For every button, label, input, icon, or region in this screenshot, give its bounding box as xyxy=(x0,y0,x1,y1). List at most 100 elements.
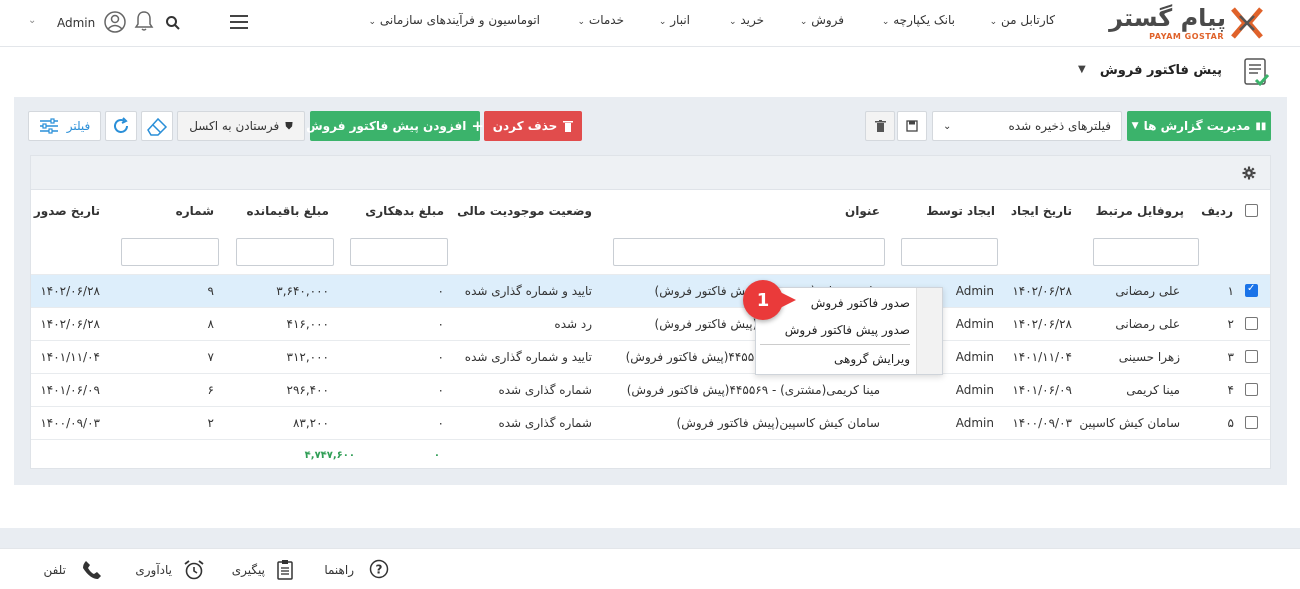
help-icon[interactable]: ? xyxy=(369,559,389,579)
row-checkbox[interactable] xyxy=(1245,283,1258,297)
delete-button[interactable]: حذف کردن xyxy=(484,111,582,141)
footer-phone[interactable]: تلفن xyxy=(43,563,66,577)
refresh-button[interactable] xyxy=(105,111,137,141)
report-management-button[interactable]: ▮▮ مدیریت گزارش ها ▼ xyxy=(1127,111,1271,141)
col-header-created[interactable]: تاریخ ایجاد xyxy=(1011,204,1072,218)
row-checkbox[interactable] xyxy=(1245,317,1258,330)
cell-debt: ۰ xyxy=(437,284,444,298)
menu-icon[interactable] xyxy=(230,15,248,29)
cell-profile[interactable]: سامان کیش کاسپین xyxy=(1079,416,1180,430)
menu-item-bulk-edit[interactable]: ویرایش گروهی xyxy=(834,352,910,366)
cell-created: ۱۴۰۱/۰۶/۰۹ xyxy=(1012,383,1072,397)
nav-item-cartable[interactable]: کارتابل من ⌄ xyxy=(986,13,1055,27)
sliders-icon xyxy=(39,118,58,134)
delete-filter-button[interactable] xyxy=(865,111,895,141)
brand-logo[interactable]: پیام گستر PAYAM GOSTAR xyxy=(1104,4,1264,44)
nav-item-purchase[interactable]: خرید ⌄ xyxy=(725,13,764,27)
add-proforma-button[interactable]: + افزودن پیش فاکتور فروش xyxy=(306,111,484,141)
footer-followup[interactable]: پیگیری xyxy=(232,563,265,577)
menu-divider xyxy=(760,344,910,345)
search-icon[interactable] xyxy=(165,15,181,31)
table-row[interactable]: ۵ سامان کیش کاسپین ۱۴۰۰/۰۹/۰۳ Admin ساما… xyxy=(31,406,1270,439)
cell-issued: ۱۴۰۱/۱۱/۰۴ xyxy=(40,350,100,364)
col-header-creator[interactable]: ایجاد توسط xyxy=(926,204,995,218)
footer-reminder[interactable]: یادآوری xyxy=(135,563,172,577)
chevron-down-icon: ⌄ xyxy=(943,120,952,132)
nav-item-bank[interactable]: بانک یکپارچه ⌄ xyxy=(878,13,955,27)
cell-status: رد شده xyxy=(554,317,592,331)
button-label: فرستادن به اکسل xyxy=(189,119,280,133)
footer-bar: ? راهنما پیگیری یادآوری تلفن xyxy=(0,548,1300,589)
cell-profile[interactable]: علی رمضانی xyxy=(1115,284,1180,298)
cell-title[interactable]: مینا کریمی(مشتری) - ۴۴۵۵۶۹(پیش فاکتور فر… xyxy=(627,383,880,397)
filter-title-input[interactable] xyxy=(613,238,885,266)
brand-name: پیام گستر xyxy=(1109,4,1227,32)
table-row[interactable]: ۲ علی رمضانی ۱۴۰۲/۰۶/۲۸ Admin علی رمضانی… xyxy=(31,307,1270,340)
col-header-remaining[interactable]: مبلغ باقیمانده xyxy=(247,204,329,218)
footer-help[interactable]: راهنما xyxy=(324,563,354,577)
col-header-number[interactable]: شماره xyxy=(176,204,214,218)
table-row[interactable]: ۳ زهرا حسینی ۱۴۰۱/۱۱/۰۴ Admin زهرا حسینی… xyxy=(31,340,1270,373)
table-row[interactable]: ۴ مینا کریمی ۱۴۰۱/۰۶/۰۹ Admin مینا کریمی… xyxy=(31,373,1270,406)
cell-status: شماره گذاری شده xyxy=(498,383,592,397)
row-checkbox[interactable] xyxy=(1245,350,1258,363)
save-filter-button[interactable] xyxy=(897,111,927,141)
select-all-checkbox[interactable] xyxy=(1245,204,1258,217)
chevron-down-icon: ⌄ xyxy=(577,17,586,27)
filter-creator-input[interactable] xyxy=(901,238,998,266)
filter-debt-input[interactable] xyxy=(350,238,448,266)
col-header-profile[interactable]: پروفایل مرتبط xyxy=(1096,204,1184,218)
user-avatar-icon[interactable] xyxy=(103,10,127,34)
chevron-down-icon: ⌄ xyxy=(658,17,667,27)
col-header-title[interactable]: عنوان xyxy=(845,204,880,218)
nav-label: خرید xyxy=(740,13,764,27)
cell-number: ۸ xyxy=(207,317,214,331)
col-header-debt[interactable]: مبلغ بدهکاری xyxy=(365,204,444,218)
export-excel-button[interactable]: ⛊ فرستادن به اکسل xyxy=(177,111,305,141)
chevron-down-icon[interactable]: ⌄ xyxy=(28,15,36,26)
trash-icon xyxy=(563,121,574,132)
brand-subtitle: PAYAM GOSTAR xyxy=(1149,32,1224,41)
select-value: فیلترهای ذخیره شده xyxy=(1008,119,1111,133)
cell-debt: ۰ xyxy=(437,350,444,364)
menu-item-issue-invoice[interactable]: صدور فاکتور فروش xyxy=(811,296,910,310)
bell-icon[interactable] xyxy=(134,10,154,32)
cell-index: ۲ xyxy=(1227,317,1234,331)
nav-item-warehouse[interactable]: انبار ⌄ xyxy=(655,13,690,27)
nav-item-automation[interactable]: اتوماسیون و فرآیندهای سازمانی ⌄ xyxy=(364,13,540,27)
cell-profile[interactable]: علی رمضانی xyxy=(1115,317,1180,331)
col-header-status[interactable]: وضعیت موجودیت مالی xyxy=(457,204,592,218)
table-row[interactable]: ۱ علی رمضانی ۱۴۰۲/۰۶/۲۸ Admin علی رمضانی… xyxy=(31,274,1270,307)
filter-profile-input[interactable] xyxy=(1093,238,1199,266)
row-checkbox[interactable] xyxy=(1245,416,1258,429)
cell-created: ۱۴۰۰/۰۹/۰۳ xyxy=(1012,416,1072,430)
cell-profile[interactable]: مینا کریمی xyxy=(1126,383,1180,397)
user-name[interactable]: Admin xyxy=(57,16,95,30)
col-header-issued[interactable]: تاریخ صدور xyxy=(34,204,100,218)
alarm-clock-icon[interactable] xyxy=(183,559,205,581)
button-label: افزودن پیش فاکتور فروش xyxy=(306,119,467,133)
cell-profile[interactable]: زهرا حسینی xyxy=(1119,350,1180,364)
main-panel: ▮▮ مدیریت گزارش ها ▼ فیلترهای ذخیره شده … xyxy=(14,97,1287,485)
chevron-down-icon[interactable]: ▼ xyxy=(1078,64,1086,75)
cell-index: ۱ xyxy=(1227,284,1234,298)
clear-filter-button[interactable] xyxy=(141,111,173,141)
cell-remaining: ۲۹۶,۴۰۰ xyxy=(286,383,330,397)
filter-remaining-input[interactable] xyxy=(236,238,334,266)
cell-creator: Admin xyxy=(955,317,994,331)
nav-item-services[interactable]: خدمات ⌄ xyxy=(574,13,624,27)
cell-title[interactable]: سامان کیش کاسپین(پیش فاکتور فروش) xyxy=(677,416,880,430)
filter-number-input[interactable] xyxy=(121,238,219,266)
nav-label: انبار xyxy=(670,13,690,27)
nav-item-sales[interactable]: فروش ⌄ xyxy=(796,13,844,27)
cell-remaining: ۸۳,۲۰۰ xyxy=(292,416,329,430)
row-checkbox[interactable] xyxy=(1245,383,1258,396)
filter-button[interactable]: فیلتر xyxy=(28,111,101,141)
clipboard-icon[interactable] xyxy=(276,559,294,580)
gear-icon[interactable] xyxy=(1242,166,1256,180)
saved-filters-select[interactable]: فیلترهای ذخیره شده ⌄ xyxy=(932,111,1122,141)
menu-item-issue-proforma[interactable]: صدور پیش فاکتور فروش xyxy=(785,323,910,337)
nav-label: کارتابل من xyxy=(1001,13,1055,27)
col-header-row[interactable]: ردیف xyxy=(1201,204,1233,218)
phone-icon[interactable] xyxy=(81,559,103,581)
